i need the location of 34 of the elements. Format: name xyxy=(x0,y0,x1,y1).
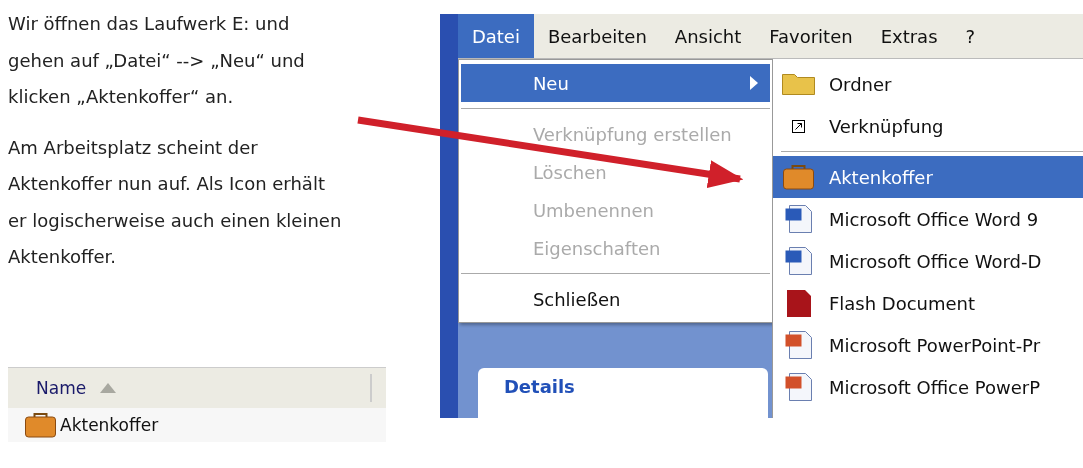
submenu-arrow-icon xyxy=(749,76,758,90)
submenu-item[interactable]: Microsoft Office Word 9 xyxy=(772,198,1083,240)
word-document-icon xyxy=(785,205,813,233)
file-name: Aktenkoffer xyxy=(60,415,159,435)
submenu-item[interactable]: Microsoft Office Word-D xyxy=(772,240,1083,282)
column-title: Name xyxy=(36,378,87,398)
sidebar-heading[interactable]: Details xyxy=(477,368,768,418)
menu-item[interactable]: Schließen xyxy=(460,280,770,318)
submenu-item[interactable]: Microsoft Office PowerP xyxy=(772,366,1083,408)
menu-bar-item[interactable]: ? xyxy=(951,14,990,58)
menu-item[interactable]: Neu xyxy=(460,64,770,102)
instruction-paragraph: Am Arbeitsplatz scheint der Aktenkoffer nun auf. Als Icon erhält er logischerweise auch einen kleinen Aktenkoffer. xyxy=(8,135,343,269)
instruction-paragraph: Wir öffnen das Laufwerk E: und gehen auf „Datei“ --> „Neu“ und klicken „Aktenkoffer“ an. xyxy=(8,12,306,109)
menu-bar-item[interactable]: Datei xyxy=(457,14,534,58)
file-row[interactable]: Aktenkoffer xyxy=(8,408,386,442)
flash-document-icon xyxy=(786,289,811,317)
folder-icon xyxy=(782,73,816,95)
powerpoint-document-icon xyxy=(785,373,813,401)
menu-bar-item[interactable]: Ansicht xyxy=(660,14,756,58)
menu-bar-item[interactable]: Favoriten xyxy=(755,14,867,58)
briefcase-icon xyxy=(24,412,56,438)
submenu-item[interactable]: Ordner xyxy=(772,63,1083,105)
submenu-item[interactable]: Aktenkoffer xyxy=(772,156,1083,198)
powerpoint-document-icon xyxy=(785,331,813,359)
word-document-icon xyxy=(785,247,813,275)
shortcut-arrow-icon xyxy=(792,119,806,133)
menu-bar-item[interactable]: Bearbeiten xyxy=(533,14,661,58)
sort-arrow-icon xyxy=(100,383,117,393)
briefcase-icon xyxy=(783,164,815,190)
submenu-item[interactable]: Microsoft PowerPoint-Pr xyxy=(772,324,1083,366)
submenu-item[interactable]: Verknüpfung xyxy=(772,105,1083,147)
menu-bar-item[interactable]: Extras xyxy=(866,14,952,58)
submenu-item[interactable]: Flash Document xyxy=(772,282,1083,324)
column-header[interactable]: Name xyxy=(8,367,386,408)
